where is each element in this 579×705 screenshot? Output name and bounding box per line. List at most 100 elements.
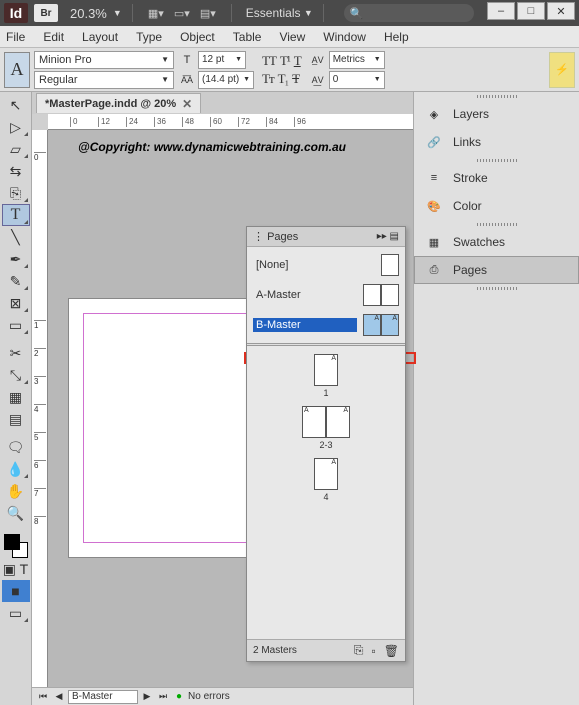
subscript-icon[interactable]: T₁: [278, 71, 288, 87]
strikethrough-icon[interactable]: T: [292, 71, 299, 87]
underline-icon[interactable]: T: [294, 53, 301, 69]
menu-view[interactable]: View: [279, 30, 305, 44]
direct-selection-tool[interactable]: ▷: [2, 116, 30, 138]
rectangle-tool[interactable]: ▭: [2, 314, 30, 336]
panel-links[interactable]: 🔗 Links: [414, 128, 579, 156]
free-transform-tool[interactable]: ⤡: [2, 364, 30, 386]
screen-mode-toggle[interactable]: ▭: [2, 602, 30, 624]
line-tool[interactable]: ╲: [2, 226, 30, 248]
page-navigator[interactable]: ⏮ ◀ B-Master ▶ ⏭: [36, 690, 170, 704]
master-thumb[interactable]: A: [363, 314, 381, 336]
master-b[interactable]: B-Master AA: [253, 313, 399, 337]
panel-pages[interactable]: ⎙ Pages: [414, 256, 579, 284]
pen-tool[interactable]: ✒: [2, 248, 30, 270]
panel-layers[interactable]: ◈ Layers: [414, 100, 579, 128]
close-tab-icon[interactable]: ✕: [182, 97, 192, 111]
gradient-swatch-tool[interactable]: ▦: [2, 386, 30, 408]
page-item-1[interactable]: A 1: [314, 354, 338, 398]
page-thumb[interactable]: A: [314, 458, 338, 490]
quick-apply-button[interactable]: ⚡: [549, 52, 575, 88]
hand-tool[interactable]: ✋: [2, 480, 30, 502]
screen-mode-icon[interactable]: ▭▾: [173, 4, 191, 22]
kerning-value: Metrics: [333, 54, 365, 65]
page-thumb[interactable]: A: [302, 406, 326, 438]
minimize-button[interactable]: –: [487, 2, 515, 20]
bridge-badge[interactable]: Br: [34, 4, 58, 22]
rectangle-frame-tool[interactable]: ⊠: [2, 292, 30, 314]
menu-table[interactable]: Table: [233, 30, 262, 44]
master-thumb[interactable]: [381, 284, 399, 306]
maximize-button[interactable]: □: [517, 2, 545, 20]
panel-color[interactable]: 🎨 Color: [414, 192, 579, 220]
page-thumb[interactable]: A: [326, 406, 350, 438]
note-tool[interactable]: 🗨: [2, 436, 30, 458]
page-field[interactable]: B-Master: [68, 690, 138, 704]
search-icon: 🔍: [350, 7, 364, 20]
font-style-select[interactable]: Regular▼: [34, 71, 174, 89]
master-thumb[interactable]: [381, 254, 399, 276]
leading-value: (14.4 pt): [202, 74, 239, 85]
document-tab[interactable]: *MasterPage.indd @ 20% ✕: [36, 93, 201, 113]
menu-file[interactable]: File: [6, 30, 25, 44]
master-thumb[interactable]: [363, 284, 381, 306]
zoom-level[interactable]: 20.3%▼: [70, 6, 122, 21]
font-size-icon: T: [178, 51, 196, 69]
new-page-icon[interactable]: ▫: [372, 644, 376, 658]
panel-stroke[interactable]: ≡ Stroke: [414, 164, 579, 192]
font-style-value: Regular: [39, 74, 78, 86]
pages-panel-header[interactable]: ⋮ Pages ▸▸ ▤: [247, 227, 405, 247]
gradient-feather-tool[interactable]: ▤: [2, 408, 30, 430]
last-page-icon[interactable]: ⏭: [156, 690, 170, 704]
page-tool[interactable]: ▱: [2, 138, 30, 160]
menu-object[interactable]: Object: [180, 30, 215, 44]
master-a[interactable]: A-Master: [253, 283, 399, 307]
font-family-select[interactable]: Minion Pro▼: [34, 51, 174, 69]
selection-tool[interactable]: ↖: [2, 94, 30, 116]
workspace-switcher[interactable]: Essentials ▼: [246, 6, 313, 20]
gap-tool[interactable]: ⇆: [2, 160, 30, 182]
format-container-icon[interactable]: ▣ T: [2, 558, 30, 580]
arrange-icon[interactable]: ▤▾: [199, 4, 217, 22]
leading-input[interactable]: (14.4 pt)▼: [198, 71, 254, 89]
prev-page-icon[interactable]: ◀: [52, 690, 66, 704]
menu-type[interactable]: Type: [136, 30, 162, 44]
vertical-ruler[interactable]: 0 1 2 3 4 5 6 7 8: [32, 130, 48, 687]
edit-page-size-icon[interactable]: ⎘: [354, 643, 364, 658]
scissors-tool[interactable]: ✂: [2, 342, 30, 364]
allcaps-icon[interactable]: TT: [262, 53, 276, 69]
master-none[interactable]: [None]: [253, 253, 399, 277]
page-item-2-3[interactable]: A A 2-3: [302, 406, 350, 450]
panel-menu-icon[interactable]: ▸▸ ▤: [377, 231, 399, 242]
tracking-input[interactable]: 0▼: [329, 71, 385, 89]
first-page-icon[interactable]: ⏮: [36, 690, 50, 704]
panel-swatches[interactable]: ▦ Swatches: [414, 228, 579, 256]
delete-page-icon[interactable]: 🗑: [384, 644, 399, 658]
master-thumb[interactable]: A: [381, 314, 399, 336]
kerning-input[interactable]: Metrics▼: [329, 51, 385, 69]
view-options-icon[interactable]: ▦▾: [147, 4, 165, 22]
superscript-icon[interactable]: T¹: [280, 53, 290, 69]
pencil-tool[interactable]: ✎: [2, 270, 30, 292]
apply-color-icon[interactable]: ■: [2, 580, 30, 602]
menu-help[interactable]: Help: [384, 30, 409, 44]
content-collector-tool[interactable]: ⎘: [2, 182, 30, 204]
close-button[interactable]: ✕: [547, 2, 575, 20]
zoom-tool[interactable]: 🔍: [2, 502, 30, 524]
page-thumb[interactable]: A: [314, 354, 338, 386]
character-format-button[interactable]: A: [4, 52, 30, 88]
eyedropper-tool[interactable]: 💧: [2, 458, 30, 480]
font-size-input[interactable]: 12 pt▼: [198, 51, 246, 69]
smallcaps-icon[interactable]: Tᴛ: [262, 71, 274, 87]
fill-stroke-swatch[interactable]: [4, 534, 28, 558]
next-page-icon[interactable]: ▶: [140, 690, 154, 704]
menu-window[interactable]: Window: [323, 30, 366, 44]
help-search[interactable]: 🔍: [344, 4, 474, 22]
page-item-4[interactable]: A 4: [314, 458, 338, 502]
type-tool[interactable]: T: [2, 204, 30, 226]
pages-panel: ⋮ Pages ▸▸ ▤ [None] A-Master B-Master AA…: [246, 226, 406, 662]
horizontal-ruler[interactable]: 0 12 24 36 48 60 72 84 96: [48, 114, 413, 130]
preflight-icon[interactable]: ●: [176, 691, 182, 702]
master-label: B-Master: [253, 318, 357, 332]
menu-layout[interactable]: Layout: [82, 30, 118, 44]
menu-edit[interactable]: Edit: [43, 30, 64, 44]
